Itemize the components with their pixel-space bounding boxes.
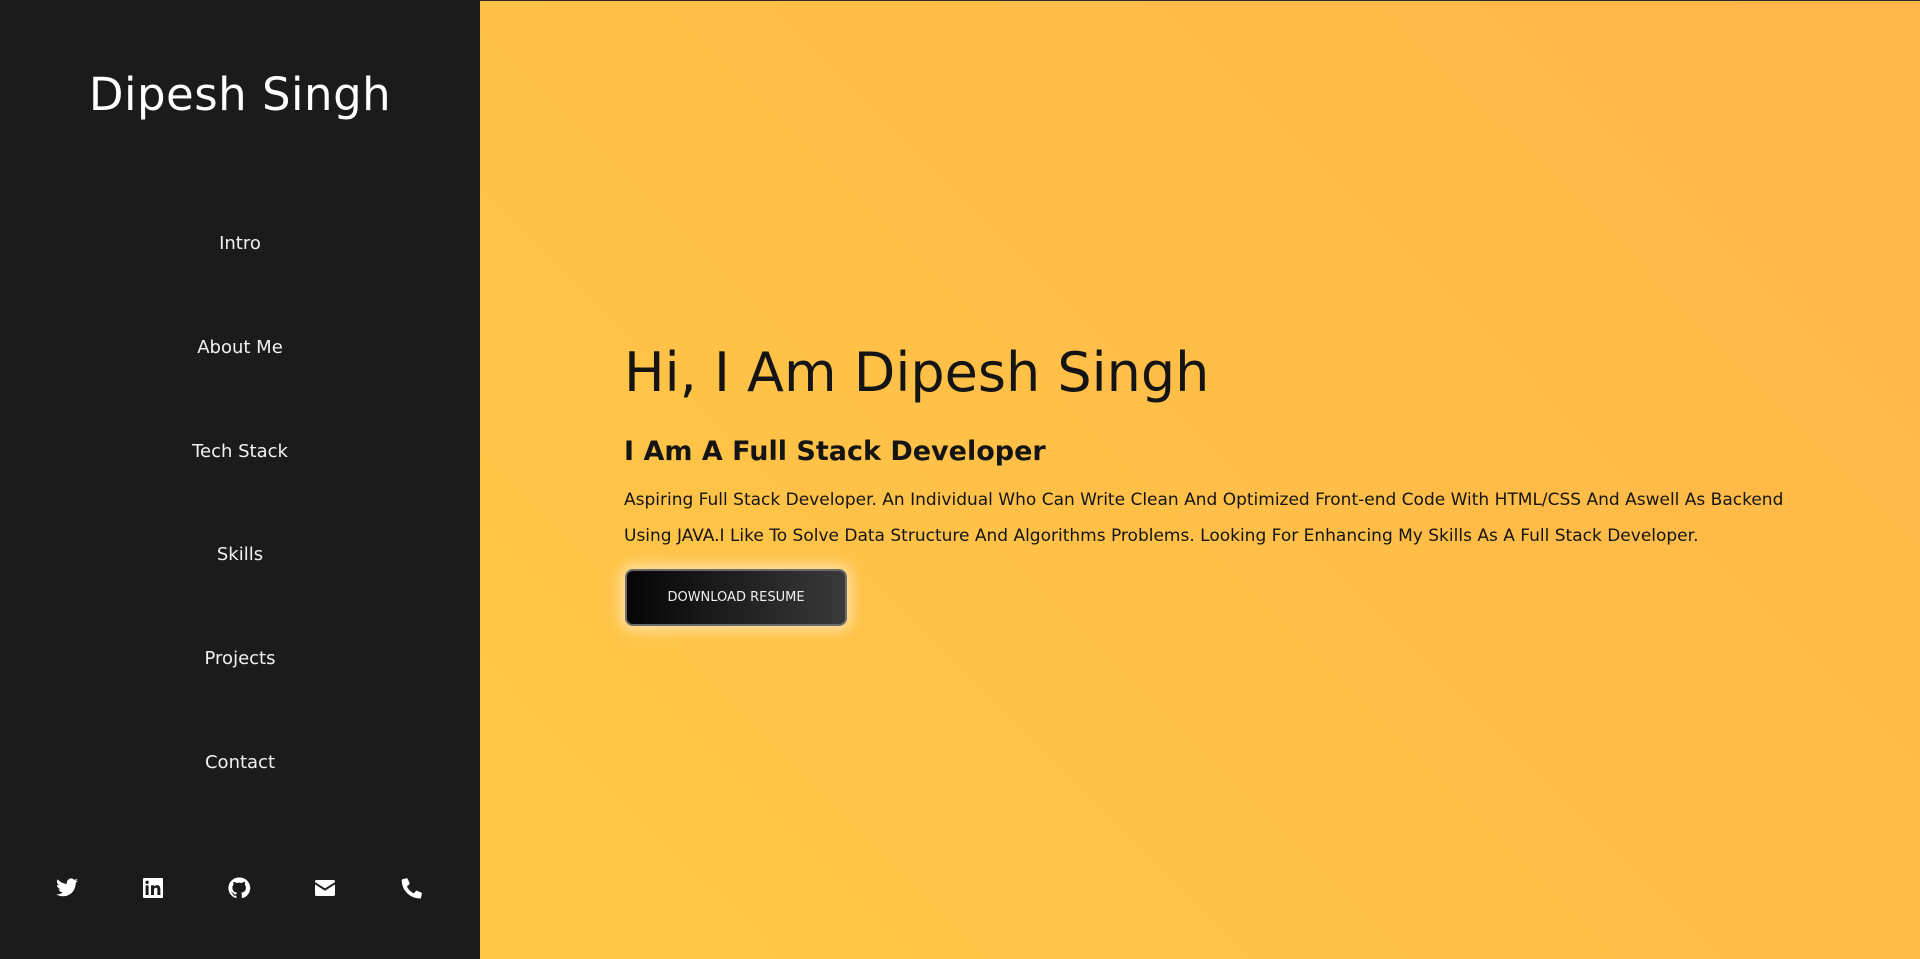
nav-item-contact[interactable]: Contact [0,752,480,773]
phone-icon [401,878,422,899]
nav-item-projects[interactable]: Projects [0,648,480,669]
nav-item-intro[interactable]: Intro [0,233,480,254]
nav-item-tech-stack[interactable]: Tech Stack [0,441,480,462]
mail-link[interactable] [311,874,339,902]
twitter-icon [56,878,78,897]
nav-item-skills[interactable]: Skills [0,544,480,565]
social-links [0,874,480,902]
twitter-link[interactable] [53,874,81,902]
site-brand[interactable]: Dipesh Singh [0,68,480,121]
phone-link[interactable] [398,874,426,902]
github-icon [228,877,251,899]
hero-section: Hi, I Am Dipesh Singh I Am A Full Stack … [480,0,1920,959]
mail-icon [315,880,335,896]
download-resume-button[interactable]: DOWNLOAD RESUME [625,569,847,626]
linkedin-icon [143,878,163,898]
nav-item-about-me[interactable]: About Me [0,337,480,358]
sidebar: Dipesh Singh Intro About Me Tech Stack S… [0,0,480,959]
hero-title: Hi, I Am Dipesh Singh [624,341,1210,404]
linkedin-link[interactable] [139,874,167,902]
hero-subtitle: I Am A Full Stack Developer [624,436,1046,467]
hero-description: Aspiring Full Stack Developer. An Indivi… [624,490,1784,546]
github-link[interactable] [225,874,253,902]
